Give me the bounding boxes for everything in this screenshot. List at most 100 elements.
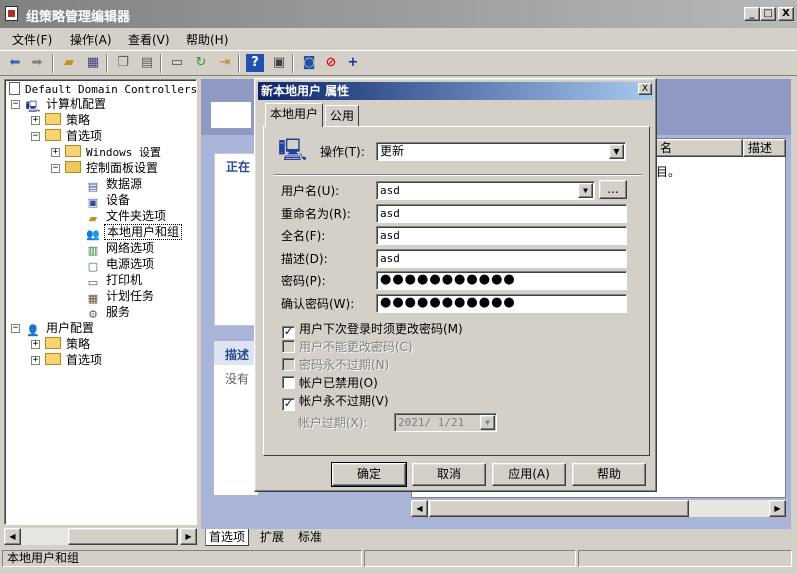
- confirm-password-field[interactable]: ●●●●●●●●●●●: [376, 294, 627, 313]
- chevron-down-icon[interactable]: ▼: [609, 144, 624, 159]
- folder-icon: [45, 353, 61, 365]
- processing-panel: 正在: [214, 153, 258, 326]
- app-icon: [5, 6, 18, 21]
- collapse-toggle[interactable]: −: [51, 164, 60, 173]
- maximize-button[interactable]: □: [760, 7, 776, 21]
- new-item-icon[interactable]: ◙: [300, 54, 318, 72]
- tree-item-scheduled-tasks[interactable]: ▦ 计划任务: [85, 288, 156, 305]
- tab-standard[interactable]: 标准: [295, 529, 325, 546]
- folder-icon: [45, 113, 61, 125]
- username-combobox[interactable]: asd ▼: [376, 181, 595, 200]
- stop-icon[interactable]: ⊘: [322, 54, 340, 72]
- action-select[interactable]: 更新 ▼: [376, 142, 626, 161]
- tree-user-policies[interactable]: 策略: [45, 336, 92, 352]
- help-icon[interactable]: ?: [246, 54, 264, 72]
- tab-local-user[interactable]: 本地用户: [265, 103, 324, 127]
- folder-icon: [45, 129, 61, 141]
- cannot-change-password-checkbox[interactable]: 用户不能更改密码(C): [282, 339, 413, 355]
- paste-icon[interactable]: ▤: [138, 54, 156, 72]
- collapse-toggle[interactable]: −: [11, 100, 20, 109]
- password-field[interactable]: ●●●●●●●●●●●: [376, 271, 627, 290]
- tree-item-network-options[interactable]: ▥ 网络选项: [85, 240, 156, 257]
- up-folder-icon[interactable]: ▰: [60, 54, 78, 72]
- expand-toggle[interactable]: +: [31, 340, 40, 349]
- ok-button[interactable]: 确定: [331, 462, 407, 487]
- password-never-expires-checkbox[interactable]: 密码永不过期(N): [282, 357, 389, 373]
- scroll-right-arrow-icon[interactable]: ▶: [769, 500, 786, 517]
- cancel-button[interactable]: 取消: [412, 463, 486, 486]
- rename-label: 重命名为(R):: [281, 207, 351, 221]
- local-user-tab-panel: 🖳 操作(T): 更新 ▼ 用户名(U): asd ▼ ... 重命名为(R):…: [263, 126, 650, 456]
- tree-item-power-options[interactable]: ▢ 电源选项: [85, 256, 156, 273]
- chevron-down-icon[interactable]: ▼: [480, 415, 495, 430]
- add-icon[interactable]: +: [344, 54, 362, 72]
- window-titlebar: 组策略管理编辑器 _ □ X: [0, 0, 797, 28]
- expand-toggle[interactable]: +: [51, 148, 60, 157]
- scroll-left-arrow-icon[interactable]: ◀: [411, 500, 428, 517]
- menu-help[interactable]: 帮助(H): [186, 31, 228, 48]
- account-disabled-checkbox[interactable]: 帐户已禁用(O): [282, 375, 378, 391]
- must-change-password-checkbox[interactable]: ✓ 用户下次登录时须更改密码(M): [282, 321, 463, 339]
- scroll-right-arrow-icon[interactable]: ▶: [180, 528, 197, 545]
- browse-user-button[interactable]: ...: [599, 180, 627, 199]
- column-header-name[interactable]: 名: [655, 139, 743, 157]
- tree-item-devices[interactable]: ▣ 设备: [85, 192, 132, 209]
- tree-root[interactable]: Default Domain Controllers P: [9, 81, 196, 97]
- list-horizontal-scrollbar[interactable]: ◀ ▶: [411, 500, 786, 517]
- column-header-description[interactable]: 描述: [743, 139, 786, 157]
- tree-pane[interactable]: Default Domain Controllers P − 🖳 计算机配置 + …: [4, 79, 197, 525]
- tree-item-services[interactable]: ⚙ 服务: [85, 304, 132, 321]
- close-window-button[interactable]: X: [778, 7, 794, 21]
- toolbar-separator: [292, 54, 294, 73]
- tree-item-local-users-groups[interactable]: 👥 本地用户和组: [85, 224, 183, 241]
- tree-item-printers[interactable]: ▭ 打印机: [85, 272, 144, 289]
- menu-view[interactable]: 查看(V): [128, 31, 170, 48]
- tree-item-folder-options[interactable]: ▰ 文件夹选项: [85, 208, 168, 225]
- help-button[interactable]: 帮助: [572, 463, 646, 486]
- tree-windows-settings[interactable]: Windows 设置: [65, 144, 163, 160]
- description-field[interactable]: asd: [376, 249, 627, 268]
- username-label: 用户名(U):: [281, 184, 340, 198]
- collapse-toggle[interactable]: −: [11, 324, 20, 333]
- expand-toggle[interactable]: +: [31, 116, 40, 125]
- folder-icon: [65, 145, 81, 157]
- tree-item-data-sources[interactable]: ▤ 数据源: [85, 176, 144, 193]
- refresh-icon[interactable]: ↻: [192, 54, 210, 72]
- copy-icon[interactable]: ❐: [114, 54, 132, 72]
- tree-horizontal-scrollbar[interactable]: ◀ ▶: [4, 528, 197, 545]
- forward-arrow-icon[interactable]: ➡: [28, 54, 46, 72]
- expire-date-picker[interactable]: 2021/ 1/21 ▼: [394, 413, 497, 432]
- back-arrow-icon[interactable]: ⬅: [6, 54, 24, 72]
- tree-user-config[interactable]: 👤 用户配置: [25, 320, 96, 337]
- print-icon[interactable]: ▭: [168, 54, 186, 72]
- policy-document-icon: [9, 82, 20, 95]
- minimize-button[interactable]: _: [744, 7, 760, 21]
- account-never-expires-checkbox[interactable]: ✓ 帐户永不过期(V): [282, 393, 389, 411]
- apply-button[interactable]: 应用(A): [492, 463, 566, 486]
- menu-file[interactable]: 文件(F): [12, 31, 52, 48]
- tab-preferences[interactable]: 首选项: [205, 529, 250, 546]
- tree-control-panel[interactable]: 控制面板设置: [65, 160, 160, 176]
- tree-user-preferences[interactable]: 首选项: [45, 352, 104, 368]
- tab-extended[interactable]: 扩展: [257, 529, 287, 546]
- control-panel-icon: [65, 161, 81, 173]
- collapse-toggle[interactable]: −: [31, 132, 40, 141]
- scrollbar-thumb[interactable]: [68, 528, 178, 545]
- tree-policies[interactable]: 策略: [45, 112, 92, 128]
- scrollbar-thumb[interactable]: [429, 500, 689, 517]
- dialog-close-button[interactable]: X: [638, 83, 652, 95]
- tree-computer-config[interactable]: 🖳 计算机配置: [25, 96, 108, 113]
- properties-icon[interactable]: ▣: [270, 54, 288, 72]
- action-label: 操作(T):: [320, 145, 365, 159]
- tree-preferences[interactable]: 首选项: [45, 128, 104, 144]
- menu-action[interactable]: 操作(A): [70, 31, 112, 48]
- export-icon[interactable]: ⇥: [216, 54, 234, 72]
- computer-icon: 🖳: [25, 100, 41, 113]
- show-tree-icon[interactable]: ▦: [84, 54, 102, 72]
- rename-field[interactable]: asd: [376, 204, 627, 223]
- expand-toggle[interactable]: +: [31, 356, 40, 365]
- scroll-left-arrow-icon[interactable]: ◀: [4, 528, 21, 545]
- tab-common[interactable]: 公用: [325, 105, 360, 127]
- fullname-field[interactable]: asd: [376, 226, 627, 245]
- chevron-down-icon[interactable]: ▼: [578, 183, 593, 198]
